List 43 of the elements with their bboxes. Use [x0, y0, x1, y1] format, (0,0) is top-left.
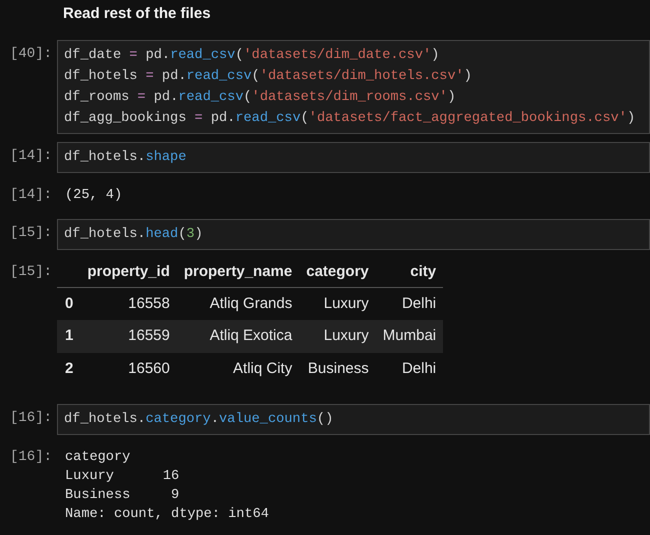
cell-prompt: [15]:	[10, 263, 52, 282]
table-cell: 16558	[80, 287, 177, 320]
row-index: 1	[57, 320, 80, 353]
table-cell: Business	[299, 353, 376, 386]
table-cell: Luxury	[299, 320, 376, 353]
table-cell: Atliq Grands	[176, 287, 300, 320]
row-index: 0	[57, 287, 80, 320]
cell-prompt: [14]:	[10, 147, 52, 166]
code-cell[interactable]: df_hotels.head(3)	[57, 219, 650, 250]
section-heading: Read rest of the files	[63, 5, 211, 22]
row-index: 2	[57, 353, 80, 386]
column-header: property_id	[80, 258, 177, 287]
code-line: df_hotels.category.value_counts()	[64, 411, 334, 429]
cell-prompt: [16]:	[10, 448, 52, 467]
code-cell[interactable]: df_hotels.shape	[57, 142, 650, 173]
output-line: (25, 4)	[65, 187, 122, 205]
output-line: Business 9	[65, 487, 180, 505]
table-cell: 16559	[80, 320, 177, 353]
table-cell: Delhi	[376, 287, 444, 320]
column-header: category	[299, 258, 376, 287]
table-cell: 16560	[80, 353, 177, 386]
output-line: Luxury 16	[65, 468, 180, 486]
code-line: df_hotels.head(3)	[64, 226, 203, 244]
table-cell: Mumbai	[376, 320, 444, 353]
code-line: df_date = pd.read_csv('datasets/dim_date.csv')	[64, 47, 440, 65]
cell-prompt: [15]:	[10, 224, 52, 243]
table-cell: Delhi	[376, 353, 444, 386]
code-cell[interactable]	[57, 40, 650, 134]
table-cell: Luxury	[299, 287, 376, 320]
column-header: city	[376, 258, 444, 287]
code-line: df_rooms = pd.read_csv('datasets/dim_rooms.csv')	[64, 89, 456, 107]
code-line: df_agg_bookings = pd.read_csv('datasets/fact_aggregated_bookings.csv')	[64, 110, 636, 128]
cell-prompt: [40]:	[10, 45, 52, 64]
output-line: category	[65, 449, 130, 467]
code-line: df_hotels = pd.read_csv('datasets/dim_hotels.csv')	[64, 68, 472, 86]
column-header: property_name	[176, 258, 300, 287]
code-line: df_hotels.shape	[64, 149, 186, 167]
cell-prompt: [16]:	[10, 409, 52, 428]
output-line: Name: count, dtype: int64	[65, 506, 269, 524]
table-cell: Atliq Exotica	[176, 320, 300, 353]
table-cell: Atliq City	[176, 353, 300, 386]
code-cell[interactable]: df_hotels.category.value_counts()	[57, 404, 650, 435]
cell-prompt: [14]:	[10, 186, 52, 205]
